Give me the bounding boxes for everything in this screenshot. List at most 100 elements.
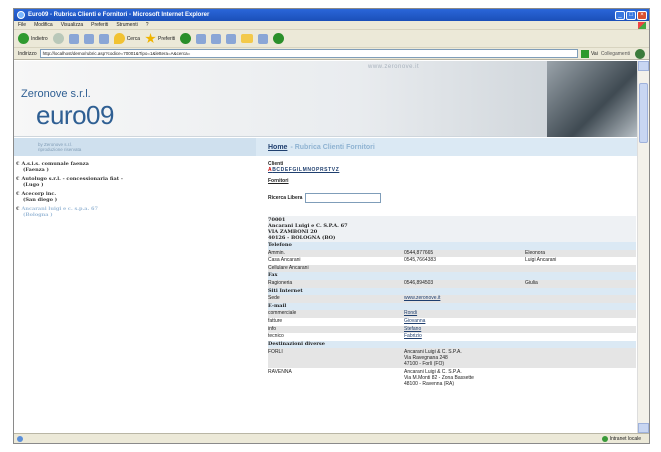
menu-file[interactable]: File — [18, 22, 26, 28]
bullet-icon: € — [16, 161, 20, 167]
brand-logo: euro09 — [36, 100, 114, 130]
windows-flag-icon — [638, 22, 646, 29]
back-button[interactable]: Indietro — [18, 33, 48, 44]
address-input[interactable]: http://localhost/demo/rubric.asp?codice=… — [39, 49, 578, 58]
email-link[interactable]: Giovanna — [404, 318, 425, 324]
fax-type: Ragioneria — [268, 279, 404, 288]
byline-rights: riproduzione riservata — [38, 147, 82, 152]
website-link[interactable]: www.zeronove.it — [404, 295, 440, 301]
scroll-up-arrow-icon[interactable] — [638, 61, 649, 71]
menu-strumenti[interactable]: Strumenti — [116, 22, 137, 28]
ie-logo-icon — [17, 11, 25, 19]
history-icon[interactable] — [180, 33, 192, 44]
dest-address: Ancarani Luigi & C. S.P.A. Via M.Monti 8… — [404, 368, 636, 389]
sidebar-item-city: (Lugo ) — [23, 182, 44, 188]
go-button[interactable]: Vai — [580, 49, 598, 58]
email-link[interactable]: Fabrizio — [404, 333, 422, 339]
alphabet-letters[interactable]: BCDEFGILMNOPRSTVZ — [272, 167, 339, 173]
dest-cityline: 47100 - Forlì (FO) — [404, 361, 445, 368]
browser-window: Euro09 - Rubrica Clienti e Fornitori - M… — [13, 8, 650, 444]
email-link[interactable]: Rondi — [404, 310, 417, 316]
alphabet-index: ABCDEFGILMNOPRSTVZ — [268, 167, 636, 173]
menu-help[interactable]: ? — [146, 22, 149, 28]
zone-label: Intranet locale — [609, 435, 641, 442]
scroll-down-arrow-icon[interactable] — [638, 423, 649, 433]
menu-preferiti[interactable]: Preferiti — [91, 22, 108, 28]
search-label: Cerca — [126, 35, 141, 42]
home-icon[interactable] — [98, 33, 109, 44]
print-icon[interactable] — [211, 33, 222, 44]
mail-icon[interactable] — [196, 33, 207, 44]
phone-number: 0544,877665 — [404, 249, 525, 258]
website-watermark: www.zeronove.it — [368, 64, 420, 70]
site-note — [525, 295, 636, 303]
site-type: Sede — [268, 295, 404, 303]
fax-number: 0546,894503 — [404, 279, 525, 288]
breadcrumb-current: - Rubrica Clienti Fornitori — [290, 143, 375, 151]
forward-arrow-icon[interactable] — [52, 33, 64, 44]
tools-icon[interactable] — [273, 33, 285, 44]
bullet-icon: € — [16, 176, 20, 182]
phone-type: Ammin. — [268, 249, 404, 258]
email-type: info — [268, 325, 404, 334]
sidebar-header: by Zeronove s.r.l. riproduzione riservat… — [14, 138, 256, 156]
status-bar: Intranet locale — [14, 433, 649, 443]
table-row: tecnico Fabrizio — [268, 333, 636, 341]
section-row: Destinazioni diverse — [268, 340, 636, 349]
phone-contact: Luigi Ancarani — [525, 257, 636, 265]
sidebar-item[interactable]: € Autolugo s.r.l. - concessionaria fiat -… — [14, 176, 256, 188]
email-type: fatture — [268, 317, 404, 326]
email-heading: E-mail — [268, 302, 636, 311]
sidebar-item[interactable]: € Acecorp inc. (San diego ) — [14, 191, 256, 203]
menu-modifica[interactable]: Modifica — [34, 22, 53, 28]
destinazioni-heading: Destinazioni diverse — [268, 340, 636, 349]
sidebar-list: € A.s.i.s. comunale faenza (Faenza ) € Aut… — [14, 161, 256, 221]
refresh-icon[interactable] — [83, 33, 94, 44]
favorites-label: Preferiti — [158, 35, 176, 42]
search-button[interactable]: Cerca — [113, 33, 141, 44]
maximize-button[interactable]: □ — [626, 10, 636, 20]
toolbar: Indietro Cerca Preferiti — [14, 30, 649, 48]
title-bar: Euro09 - Rubrica Clienti e Fornitori - M… — [14, 9, 649, 21]
sidebar-item[interactable]: € A.s.i.s. comunale faenza (Faenza ) — [14, 161, 256, 173]
stop-icon[interactable] — [68, 33, 79, 44]
section-row: Siti Internet — [268, 287, 636, 296]
scroll-thumb[interactable] — [639, 83, 648, 143]
minimize-button[interactable]: _ — [615, 10, 625, 20]
phone-number — [404, 264, 525, 273]
address-label: Indirizzo — [18, 50, 37, 57]
sidebar-item-active[interactable]: € Ancarani luigi e c. s.p.a. 67 (Bologna … — [14, 206, 256, 218]
folder-icon[interactable] — [241, 34, 254, 43]
page-content: Zeronove s.r.l. euro09 www.zeronove.it b… — [14, 61, 637, 433]
email-link[interactable]: Stefano — [404, 326, 421, 332]
messenger-icon[interactable] — [258, 33, 269, 44]
ricerca-input[interactable] — [305, 193, 382, 203]
telefono-heading: Telefono — [268, 242, 636, 250]
fornitori-link[interactable]: Fornitori — [268, 178, 636, 184]
table-row: info Stefano — [268, 325, 636, 334]
menu-bar: File Modifica Visualizza Preferiti Strum… — [14, 21, 649, 30]
window-controls: _ □ × — [615, 10, 647, 20]
search-row: Ricerca Libera — [268, 193, 636, 203]
main-panel: Clienti ABCDEFGILMNOPRSTVZ Fornitori Ric… — [268, 161, 636, 389]
vertical-scrollbar[interactable] — [637, 61, 649, 433]
ricerca-label: Ricerca Libera — [268, 195, 303, 201]
table-row: RAVENNA Ancarani Luigi & C. S.P.A. Via M… — [268, 368, 636, 389]
sidebar-item-city: (Bologna ) — [23, 212, 53, 218]
links-label[interactable]: Collegamenti — [601, 51, 630, 57]
siti-heading: Siti Internet — [268, 287, 636, 296]
close-button[interactable]: × — [637, 10, 647, 20]
edit-icon[interactable] — [226, 33, 237, 44]
table-row: Sede www.zeronove.it — [268, 295, 636, 303]
phone-type: Cellulare Ancarani — [268, 264, 404, 273]
site-header: Zeronove s.r.l. euro09 www.zeronove.it — [14, 61, 637, 137]
fax-contact: Giulia — [525, 279, 636, 288]
byline: by Zeronove s.r.l. riproduzione riservat… — [38, 142, 81, 152]
favorites-button[interactable]: Preferiti — [145, 33, 175, 44]
menu-visualizza[interactable]: Visualizza — [61, 22, 83, 28]
address-bar: Indirizzo http://localhost/demo/rubric.a… — [14, 48, 649, 60]
go-arrow-icon — [580, 49, 589, 58]
table-row: fatture Giovanna — [268, 317, 636, 326]
contact-city: 40126 - BOLOGNA (BO) — [268, 235, 336, 241]
home-link[interactable]: Home — [268, 144, 287, 151]
